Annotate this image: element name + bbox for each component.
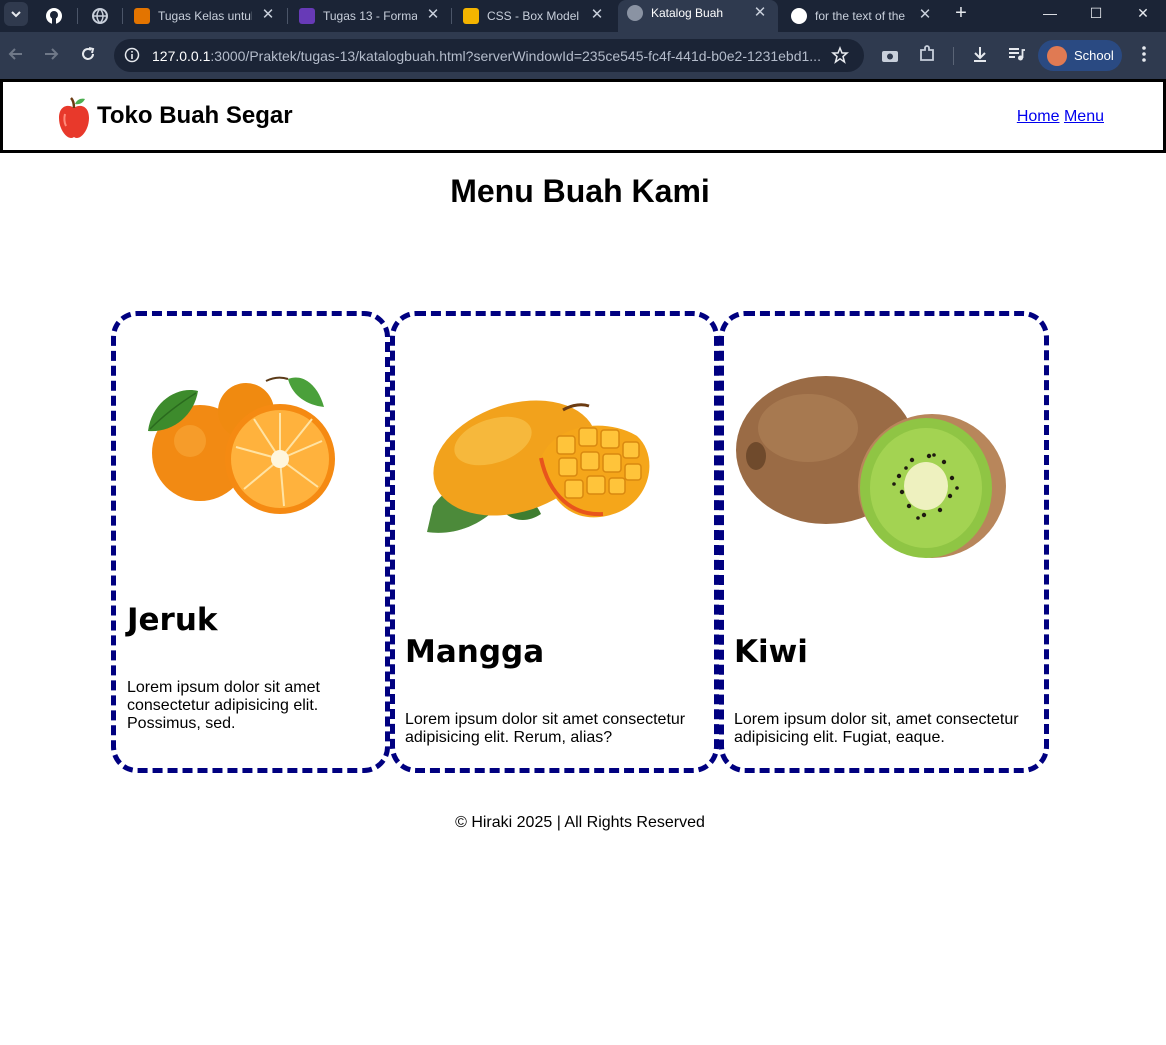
url-text: 127.0.0.1:3000/Praktek/tugas-13/katalogb…	[152, 48, 821, 64]
fruit-name: Mangga	[405, 634, 545, 670]
tab-google[interactable]: for the text of the ✕	[791, 4, 941, 32]
tab-slides[interactable]: CSS - Box Model ✕	[463, 4, 613, 32]
profile-button[interactable]: School	[1038, 40, 1122, 71]
slides-icon	[463, 8, 479, 24]
fruit-description: Lorem ipsum dolor sit, amet consectetur …	[734, 711, 1019, 746]
close-icon[interactable]: ✕	[425, 7, 441, 23]
download-icon[interactable]	[970, 44, 990, 64]
new-tab-button[interactable]: +	[945, 0, 977, 28]
tab-title: for the text of the	[815, 9, 906, 23]
tab-title: Tugas 13 - Forma	[323, 9, 417, 23]
forward-arrow-icon[interactable]	[41, 44, 61, 64]
orange-image	[148, 376, 335, 514]
tab-pinned-globe[interactable]	[88, 4, 112, 28]
close-icon[interactable]: ✕	[260, 7, 276, 23]
fruit-card-jeruk: Jeruk Lorem ipsum dolor sit amet consect…	[111, 311, 390, 773]
bookmark-star-icon[interactable]	[831, 46, 849, 64]
apple-logo-icon	[59, 97, 89, 138]
tab-pinned-github[interactable]	[42, 4, 66, 28]
media-queue-icon[interactable]	[1006, 44, 1026, 64]
fruit-description: Lorem ipsum dolor sit amet consectetur a…	[405, 711, 686, 746]
tab-katalog-buah[interactable]: Katalog Buah ✕	[618, 0, 778, 32]
chevron-down-icon	[11, 11, 21, 18]
tab-search-button[interactable]	[4, 2, 28, 26]
tab-classroom[interactable]: Tugas Kelas untuk ✕	[134, 4, 284, 32]
tab-forms[interactable]: Tugas 13 - Forma ✕	[299, 4, 449, 32]
mango-image	[427, 400, 650, 533]
kebab-menu-icon[interactable]	[1134, 44, 1154, 64]
fruit-name: Kiwi	[734, 634, 808, 670]
tab-strip: Tugas Kelas untuk ✕ Tugas 13 - Forma ✕ C…	[0, 0, 1166, 32]
classroom-icon	[134, 8, 150, 24]
fruit-description: Lorem ipsum dolor sit amet consectetur a…	[127, 679, 320, 732]
address-bar[interactable]: 127.0.0.1:3000/Praktek/tugas-13/katalogb…	[114, 39, 864, 72]
forms-icon	[299, 8, 315, 24]
camera-icon[interactable]	[880, 46, 900, 66]
nav-link-menu[interactable]: Menu	[1064, 108, 1104, 125]
minimize-button[interactable]: —	[1027, 0, 1073, 28]
globe-icon	[627, 5, 643, 21]
close-icon[interactable]: ✕	[752, 5, 768, 21]
github-icon	[46, 8, 62, 24]
site-nav: Home Menu	[1017, 108, 1104, 126]
nav-link-home[interactable]: Home	[1017, 108, 1060, 125]
site-footer: © Hiraki 2025 | All Rights Reserved	[455, 814, 705, 831]
page-viewport: Toko Buah Segar Home Menu Menu Buah Kami	[0, 79, 1166, 1045]
close-icon[interactable]: ✕	[589, 7, 605, 23]
reload-icon[interactable]	[78, 44, 98, 64]
site-header: Toko Buah Segar Home Menu	[0, 79, 1166, 153]
browser-toolbar: 127.0.0.1:3000/Praktek/tugas-13/katalogb…	[0, 32, 1166, 79]
back-arrow-icon[interactable]	[6, 44, 26, 64]
google-icon	[791, 8, 807, 24]
globe-icon	[92, 8, 108, 25]
site-brand: Toko Buah Segar	[97, 102, 293, 129]
tab-title: Tugas Kelas untuk	[158, 9, 252, 23]
fruit-name: Jeruk	[127, 602, 218, 638]
kiwi-image	[736, 376, 1006, 558]
site-info-icon[interactable]	[124, 47, 140, 63]
fruit-card-mangga: Mangga Lorem ipsum dolor sit amet consec…	[390, 311, 719, 773]
profile-label: School	[1074, 48, 1114, 63]
avatar	[1047, 46, 1067, 66]
tab-title: CSS - Box Model	[487, 9, 580, 23]
tab-title: Katalog Buah	[651, 6, 724, 20]
close-window-button[interactable]: ✕	[1120, 0, 1166, 28]
close-icon[interactable]: ✕	[917, 7, 933, 23]
extensions-puzzle-icon[interactable]	[917, 44, 937, 64]
maximize-button[interactable]: ☐	[1073, 0, 1119, 28]
page-title: Menu Buah Kami	[450, 173, 710, 209]
fruit-card-kiwi: Kiwi Lorem ipsum dolor sit, amet consect…	[719, 311, 1049, 773]
